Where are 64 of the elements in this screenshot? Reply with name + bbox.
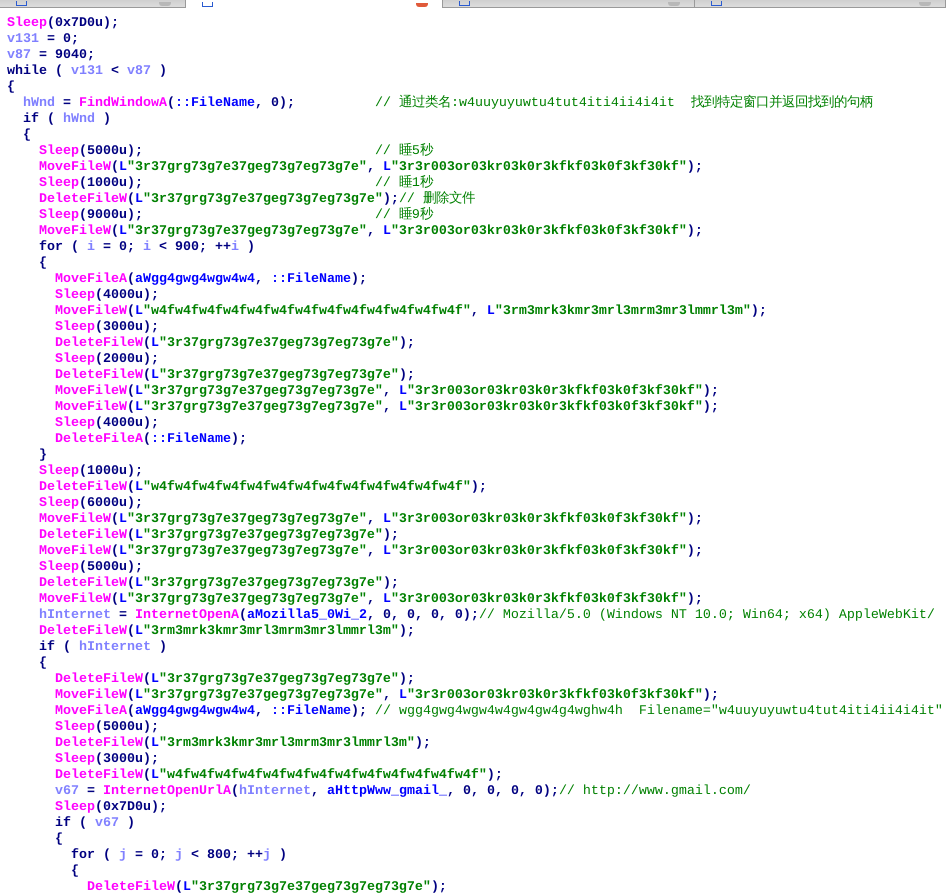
code-line: { — [7, 80, 15, 96]
code-line: DeleteFileW(L"3r37grg73g7e37geg73g7eg73g7e"); — [39, 576, 399, 592]
code-line: hInternet = InternetOpenA(aMozilla5_0Wi_2, 0, 0, 0, 0);// Mozilla/5.0 (Windows NT 10.0; Win64; x64) AppleWebKit/ — [39, 608, 935, 624]
code-line: Sleep(0x7D0u); — [55, 800, 167, 816]
code-line: Sleep(5000u); — [39, 560, 143, 576]
code-line: DeleteFileW(L"3r37grg73g7e37geg73g7eg73g7e"); — [55, 368, 415, 384]
code-line: DeleteFileW(L"w4fw4fw4fw4fw4fw4fw4fw4fw4fw4fw4fw4fw4f"); — [55, 768, 503, 784]
code-line: Sleep(4000u); — [55, 288, 159, 304]
code-line: Sleep(5000u); — [55, 720, 159, 736]
code-line: Sleep(3000u); — [55, 752, 159, 768]
code-line: MoveFileW(L"3r37grg73g7e37geg73g7eg73g7e", L"3r3r003or03kr03k0r3kfkf03k0f3kf30kf"); — [39, 544, 703, 560]
code-line: MoveFileW(L"3r37grg73g7e37geg73g7eg73g7e", L"3r3r003or03kr03k0r3kfkf03k0f3kf30kf"); — [39, 160, 703, 175]
code-line: v87 = 9040; — [7, 48, 95, 64]
code-line: DeleteFileW(L"3r37grg73g7e37geg73g7eg73g7e"); — [55, 672, 415, 688]
editor-tab[interactable] — [0, 0, 186, 8]
code-line: Sleep(9000u); // 睡9秒 — [39, 208, 433, 224]
code-line: Sleep(4000u); — [55, 416, 159, 432]
code-line: DeleteFileW(L"3r37grg73g7e37geg73g7eg73g7e");// 删除文件 — [39, 192, 475, 207]
code-line: Sleep(1000u); // 睡1秒 — [39, 176, 433, 191]
code-line: MoveFileW(L"3r37grg73g7e37geg73g7eg73g7e", L"3r3r003or03kr03k0r3kfkf03k0f3kf30kf"); — [39, 224, 703, 240]
code-line: MoveFileW(L"3r37grg73g7e37geg73g7eg73g7e", L"3r3r003or03kr03k0r3kfkf03k0f3kf30kf"); — [55, 400, 719, 416]
document-icon — [202, 2, 213, 7]
code-line: hWnd = FindWindowA(::FileName, 0); // 通过类名:w4uuyuyuwtu4tut4iti4ii4i4it 找到特定窗口并返回找到的句柄 — [23, 96, 873, 112]
code-line: DeleteFileA(::FileName); — [55, 432, 247, 448]
editor-tab[interactable] — [695, 0, 946, 8]
code-line: v131 = 0; — [7, 32, 79, 48]
code-line: DeleteFileW(L"3r37grg73g7e37geg73g7eg73g7e"); — [55, 336, 415, 352]
code-line: MoveFileW(L"3r37grg73g7e37geg73g7eg73g7e", L"3r3r003or03kr03k0r3kfkf03k0f3kf30kf"); — [55, 384, 719, 400]
code-line: { — [39, 656, 47, 672]
document-icon — [711, 1, 722, 6]
code-line: { — [71, 864, 79, 880]
code-line: v67 = InternetOpenUrlA(hInternet, aHttpWww_gmail_, 0, 0, 0, 0);// http://www.gmail.com/ — [55, 784, 751, 800]
code-line: DeleteFileW(L"3r37grg73g7e37geg73g7eg73g7e"); — [87, 880, 447, 896]
code-line: DeleteFileW(L"3rm3mrk3kmr3mrl3mrm3mr3lmmrl3m"); — [39, 624, 415, 640]
code-line: Sleep(6000u); — [39, 496, 143, 512]
code-line: while ( v131 < v87 ) — [7, 64, 167, 80]
code-line: MoveFileA(aWgg4gwg4wgw4w4, ::FileName); — [55, 272, 367, 288]
code-line: if ( hInternet ) — [39, 640, 167, 656]
code-line: Sleep(2000u); — [55, 352, 159, 368]
code-line: DeleteFileW(L"3r37grg73g7e37geg73g7eg73g7e"); — [39, 528, 399, 544]
code-line: for ( i = 0; i < 900; ++i ) — [39, 240, 255, 256]
code-line: MoveFileW(L"3r37grg73g7e37geg73g7eg73g7e", L"3r3r003or03kr03k0r3kfkf03k0f3kf30kf"); — [55, 688, 719, 704]
code-line: { — [55, 832, 63, 848]
code-line: Sleep(1000u); — [39, 464, 143, 480]
editor-tab[interactable] — [443, 0, 695, 8]
editor-tab[interactable] — [186, 0, 443, 8]
document-icon — [459, 1, 470, 6]
code-line: MoveFileW(L"w4fw4fw4fw4fw4fw4fw4fw4fw4fw4fw4fw4fw4f", L"3rm3mrk3kmr3mrl3mrm3mr3lmmrl3m"); — [55, 304, 767, 320]
code-line: Sleep(5000u); // 睡5秒 — [39, 144, 433, 160]
code-line: } — [39, 448, 47, 464]
code-line: MoveFileA(aWgg4gwg4wgw4w4, ::FileName); // wgg4gwg4wgw4w4gw4gw4g4wghw4h Filename="w4uuyuyuwtu4tut4iti4ii4i4it" — [55, 704, 943, 720]
document-icon — [16, 1, 27, 6]
code-line: MoveFileW(L"3r37grg73g7e37geg73g7eg73g7e", L"3r3r003or03kr03k0r3kfkf03k0f3kf30kf"); — [39, 512, 703, 528]
code-line: Sleep(3000u); — [55, 320, 159, 336]
code-line: { — [39, 256, 47, 272]
code-line: Sleep(0x7D0u); — [7, 16, 119, 32]
code-line: if ( hWnd ) — [23, 112, 111, 128]
close-icon[interactable] — [416, 3, 428, 7]
code-line: DeleteFileW(L"3rm3mrk3kmr3mrl3mrm3mr3lmmrl3m"); — [55, 736, 431, 752]
code-line: DeleteFileW(L"w4fw4fw4fw4fw4fw4fw4fw4fw4fw4fw4fw4fw4f"); — [39, 480, 487, 496]
code-line: if ( v67 ) — [55, 816, 135, 832]
code-line: MoveFileW(L"3r37grg73g7e37geg73g7eg73g7e", L"3r3r003or03kr03k0r3kfkf03k0f3kf30kf"); — [39, 592, 703, 608]
code-line: for ( j = 0; j < 800; ++j ) — [71, 848, 287, 864]
code-line: { — [23, 128, 31, 144]
